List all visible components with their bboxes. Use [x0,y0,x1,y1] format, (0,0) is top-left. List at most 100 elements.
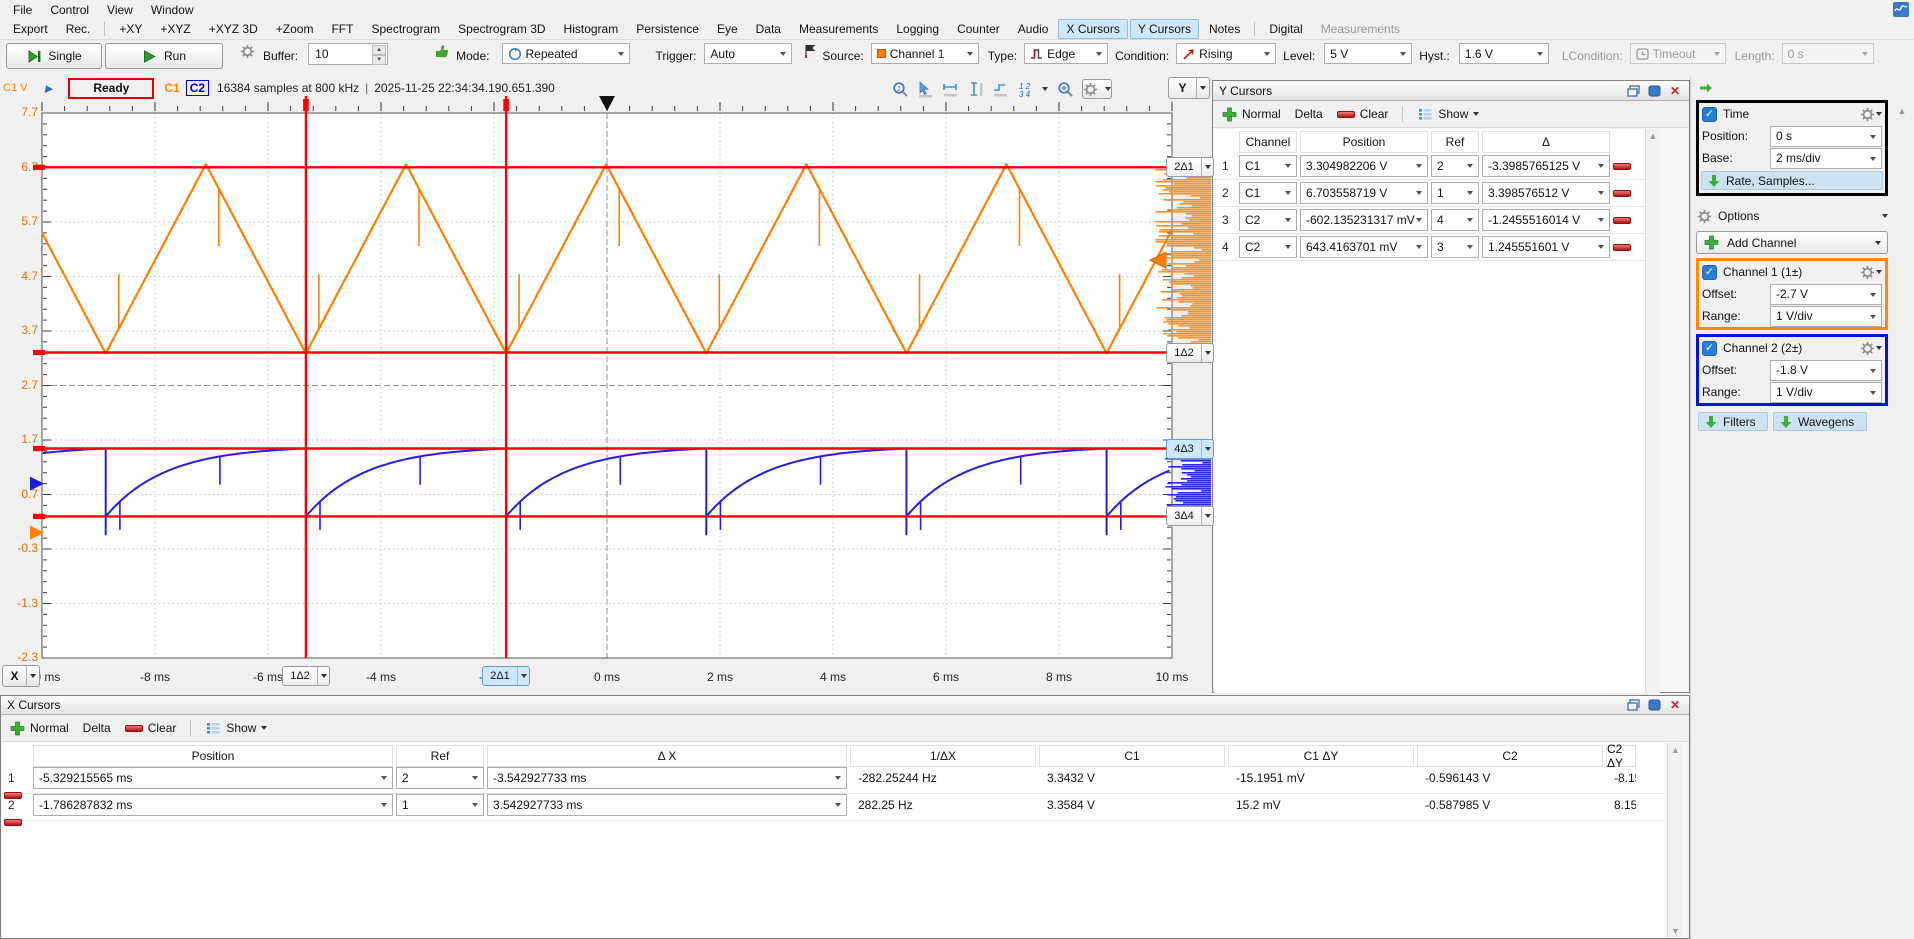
y-cursor-flag-1Δ2[interactable]: 1Δ2 [1166,343,1214,363]
y-axis-button[interactable]: Y [1168,77,1210,99]
tab-data[interactable]: Data [748,19,789,39]
tab--xyz-3d[interactable]: +XYZ 3D [201,19,266,39]
remove-cursor-button[interactable] [1613,244,1631,251]
x-row2-ref-select[interactable]: 1 [396,794,484,816]
tab-histogram[interactable]: Histogram [556,19,627,39]
tab-digital[interactable]: Digital [1261,19,1310,39]
channel2-range-select[interactable]: 1 V/div [1770,382,1882,403]
source-select[interactable]: Channel 1 [871,43,979,64]
tab-measurements[interactable]: Measurements [791,19,886,39]
tab--zoom[interactable]: +Zoom [268,19,322,39]
y-row4-channel-select[interactable]: C2 [1239,236,1297,258]
tab-spectrogram[interactable]: Spectrogram [363,19,448,39]
menu-control[interactable]: Control [41,2,98,18]
menu-view[interactable]: View [98,2,142,18]
tab-export[interactable]: Export [5,19,56,39]
cursor-numbers-icon[interactable]: 1 23 4 [1017,81,1033,97]
menu-window[interactable]: Window [142,2,203,18]
remove-cursor-button[interactable] [1613,163,1631,170]
condition-select[interactable]: Rising [1176,43,1276,64]
c1-tag[interactable]: C1 [164,81,179,95]
remove-cursor-button[interactable] [4,819,22,826]
hyst-select[interactable]: 1.6 V [1459,43,1549,64]
options-row[interactable]: Options [1696,206,1888,226]
x-cursors-titlebar[interactable]: X Cursors ✕ [1,696,1689,715]
tab-rec-[interactable]: Rec. [58,19,99,39]
time-position-select[interactable]: 0 s [1770,126,1882,147]
trigger-select[interactable]: Auto [704,43,792,64]
y-cursor-flag-3Δ4[interactable]: 3Δ4 [1166,506,1214,526]
tab--xyz[interactable]: +XYZ [152,19,198,39]
lcondition-select[interactable]: Timeout [1630,43,1726,64]
channel2-offset-select[interactable]: -1.8 V [1770,360,1882,381]
x-add-delta-button[interactable]: Delta [83,721,111,735]
x-row1-dx-select[interactable]: -3.542927733 ms [487,767,847,789]
y-show-button[interactable]: Show [1417,106,1479,122]
x-add-normal-button[interactable]: Normal [9,720,69,736]
channel1-range-select[interactable]: 1 V/div [1770,306,1882,327]
buffer-up-icon[interactable]: ▲ [372,45,386,55]
time-base-select[interactable]: 2 ms/div [1770,148,1882,169]
c2-tag[interactable]: C2 [186,80,209,96]
tab-audio[interactable]: Audio [1010,19,1057,39]
x-cursor-flag-1Δ2[interactable]: 1Δ2 [282,666,330,686]
y-cursor-flag-2Δ1[interactable]: 2Δ1 [1166,157,1214,177]
time-settings-button[interactable] [1859,106,1882,122]
x-row2-dx-select[interactable]: 3.542927733 ms [487,794,847,816]
length-select[interactable]: 0 s [1782,43,1874,64]
x-row1-ref-select[interactable]: 2 [396,767,484,789]
edge-measure-icon[interactable] [992,81,1008,97]
channel1-checkbox[interactable]: ✓ [1702,265,1717,280]
buffer-spinner[interactable]: 10 ▲▼ [308,43,388,65]
tab-measurements[interactable]: Measurements [1313,19,1408,39]
tab-persistence[interactable]: Persistence [628,19,707,39]
y-row3-channel-select[interactable]: C2 [1239,209,1297,231]
y-add-normal-button[interactable]: Normal [1221,106,1281,122]
tab-fft[interactable]: FFT [323,19,361,39]
expand-arrow-icon[interactable]: ► [42,81,58,96]
y-row1-channel-select[interactable]: C1 [1239,155,1297,177]
time-checkbox[interactable]: ✓ [1702,107,1717,122]
y-row4-delta-select[interactable]: 1.245551601 V [1482,236,1610,258]
level-select[interactable]: 5 V [1324,43,1412,64]
cursor-dropdown-icon[interactable] [1042,87,1048,91]
menu-file[interactable]: File [4,2,41,18]
y-row1-position-select[interactable]: 3.304982206 V [1300,155,1428,177]
y-cursors-titlebar[interactable]: Y Cursors ✕ [1213,81,1689,101]
run-button[interactable]: Run [105,43,223,69]
tab-eye[interactable]: Eye [709,19,746,39]
restore-icon[interactable] [1625,84,1641,98]
mode-select[interactable]: Repeated [502,43,630,64]
y-row4-ref-select[interactable]: 3 [1431,236,1479,258]
collapse-sidebar-icon[interactable] [1698,80,1714,96]
axis-channel-tag[interactable]: C1 V [3,82,27,94]
x-cursor-flag-2Δ1[interactable]: 2Δ1 [482,666,530,686]
close-icon[interactable]: ✕ [1667,698,1683,712]
rate-samples-button[interactable]: Rate, Samples... [1701,171,1883,190]
y-row2-channel-select[interactable]: C1 [1239,182,1297,204]
buffer-gear-icon[interactable] [239,43,255,59]
y-add-delta-button[interactable]: Delta [1295,107,1323,121]
tab-counter[interactable]: Counter [949,19,1008,39]
x-show-button[interactable]: Show [205,720,267,736]
channel2-settings-button[interactable] [1859,340,1882,356]
tab-y-cursors[interactable]: Y Cursors [1130,19,1199,39]
add-channel-button[interactable]: Add Channel [1696,231,1888,254]
type-select[interactable]: Edge [1024,43,1108,64]
close-icon[interactable]: ✕ [1667,84,1683,98]
x-clear-button[interactable]: Clear [125,721,177,735]
maximize-icon[interactable] [1646,84,1662,98]
restore-icon[interactable] [1625,698,1641,712]
x-cursors-scrollbar[interactable]: ▲ ▼ [1667,743,1683,938]
y-clear-button[interactable]: Clear [1337,107,1389,121]
zoom-options-icon[interactable] [1057,81,1073,97]
channel1-settings-button[interactable] [1859,264,1882,280]
zoom-fit-icon[interactable]: 1 [892,81,908,97]
channel2-checkbox[interactable]: ✓ [1702,341,1717,356]
horizontal-measure-icon[interactable] [942,81,958,97]
y-cursors-scrollbar[interactable]: ▲ [1645,129,1660,693]
wavegens-button[interactable]: Wavegens [1773,412,1867,431]
y-row3-delta-select[interactable]: -1.2455516014 V [1482,209,1610,231]
y-row1-delta-select[interactable]: -3.3985765125 V [1482,155,1610,177]
y-row4-position-select[interactable]: 643.4163701 mV [1300,236,1428,258]
